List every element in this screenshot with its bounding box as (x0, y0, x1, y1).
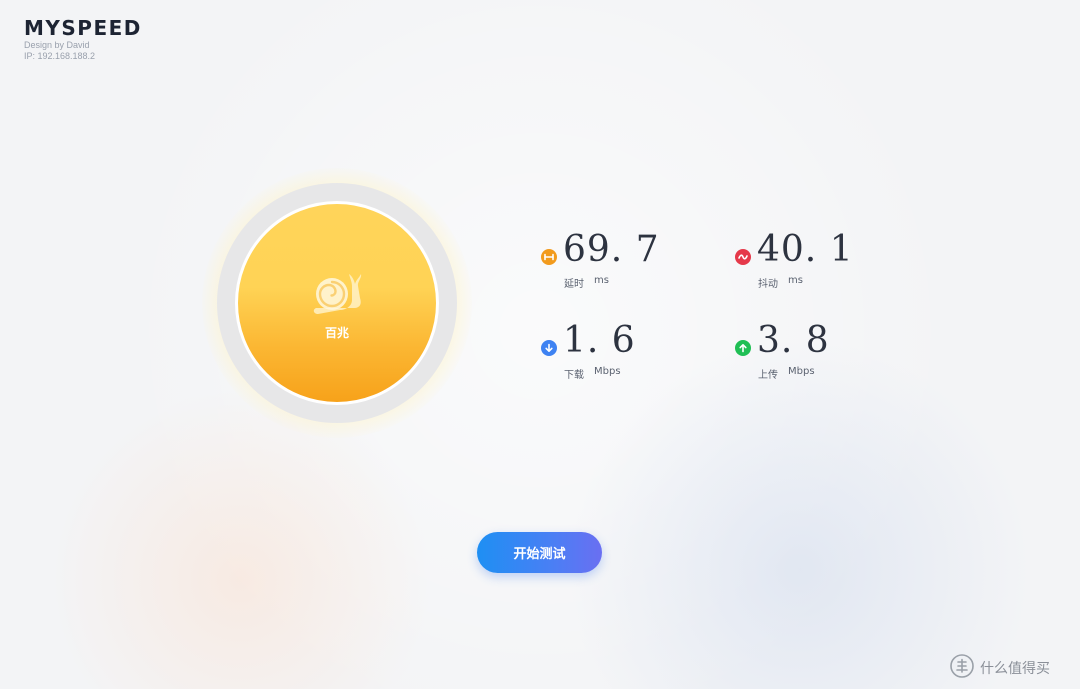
app-title: MYSPEED (24, 16, 142, 40)
watermark-text: 什么值得买 (980, 661, 1050, 677)
upload-arrow-icon (735, 340, 751, 356)
jitter-value: 40. 1 (757, 229, 854, 270)
latency-metric: 69. 7 延时 ms (541, 230, 721, 290)
jitter-label: 抖动 (758, 279, 778, 290)
upload-value: 3. 8 (757, 320, 830, 361)
jitter-icon (735, 249, 751, 265)
download-unit: Mbps (594, 366, 621, 377)
designer-credit: Design by David (24, 40, 90, 50)
jitter-unit: ms (788, 275, 803, 286)
start-test-button[interactable]: 开始测试 (477, 532, 602, 573)
latency-icon (541, 249, 557, 265)
download-label: 下载 (564, 370, 584, 381)
ip-address: IP: 192.168.188.2 (24, 51, 96, 61)
brand-header: MYSPEED Design by David IP: 192.168.188.… (24, 16, 142, 62)
latency-label: 延时 (564, 279, 584, 290)
download-arrow-icon (541, 340, 557, 356)
jitter-metric: 40. 1 抖动 ms (735, 230, 915, 290)
download-value: 1. 6 (563, 320, 636, 361)
upload-label: 上传 (758, 370, 778, 381)
upload-metric: 3. 8 上传 Mbps (735, 321, 915, 381)
speed-tier-label: 百兆 (324, 326, 349, 340)
zhi-badge-icon (950, 654, 974, 678)
snail-icon (313, 274, 362, 314)
page-background (0, 0, 1080, 689)
latency-unit: ms (594, 275, 609, 286)
latency-value: 69. 7 (563, 229, 660, 270)
upload-unit: Mbps (788, 366, 815, 377)
download-metric: 1. 6 下载 Mbps (541, 321, 721, 381)
